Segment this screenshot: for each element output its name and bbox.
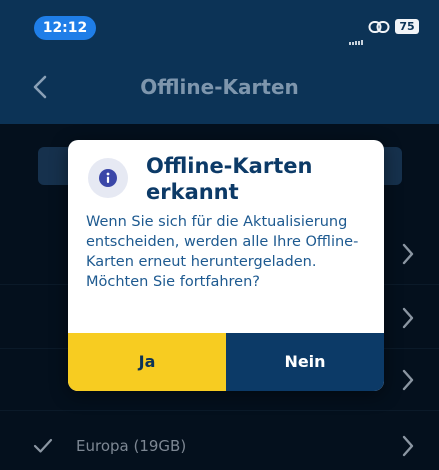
chevron-right-icon [402, 243, 414, 265]
info-icon-badge [88, 158, 128, 198]
chevron-right-icon [402, 307, 414, 329]
chevron-right-icon [402, 369, 414, 391]
list-item-europa[interactable]: Europa (19GB) [0, 416, 439, 470]
navigation-bar: Offline-Karten [0, 50, 439, 124]
dialog-title-line-1: Offline-Karten [146, 154, 313, 178]
no-button[interactable]: Nein [226, 333, 384, 391]
info-icon [99, 169, 117, 187]
dialog-title-line-2: erkannt [146, 180, 239, 204]
dialog-title: Offline-Karten erkannt [146, 153, 366, 205]
list-item-label: Europa (19GB) [76, 437, 187, 455]
app-screen: 12:12 75 Offline-Karten Europa (19GB) Of… [0, 0, 439, 470]
status-time: 12:12 [34, 16, 96, 40]
checkmark-icon [33, 438, 53, 453]
dialog-message: Wenn Sie sich für die Aktualisierung ent… [86, 214, 359, 290]
chevron-right-icon [402, 435, 414, 457]
signal-icon [349, 26, 364, 45]
offline-maps-detected-dialog: Offline-Karten erkannt Wenn Sie sich für… [68, 140, 384, 391]
status-bar: 12:12 75 [0, 0, 439, 50]
page-title: Offline-Karten [140, 75, 299, 99]
link-icon [368, 21, 390, 33]
yes-button[interactable]: Ja [68, 333, 226, 391]
dialog-button-row: Ja Nein [68, 333, 384, 391]
battery-icon: 75 [395, 19, 419, 34]
